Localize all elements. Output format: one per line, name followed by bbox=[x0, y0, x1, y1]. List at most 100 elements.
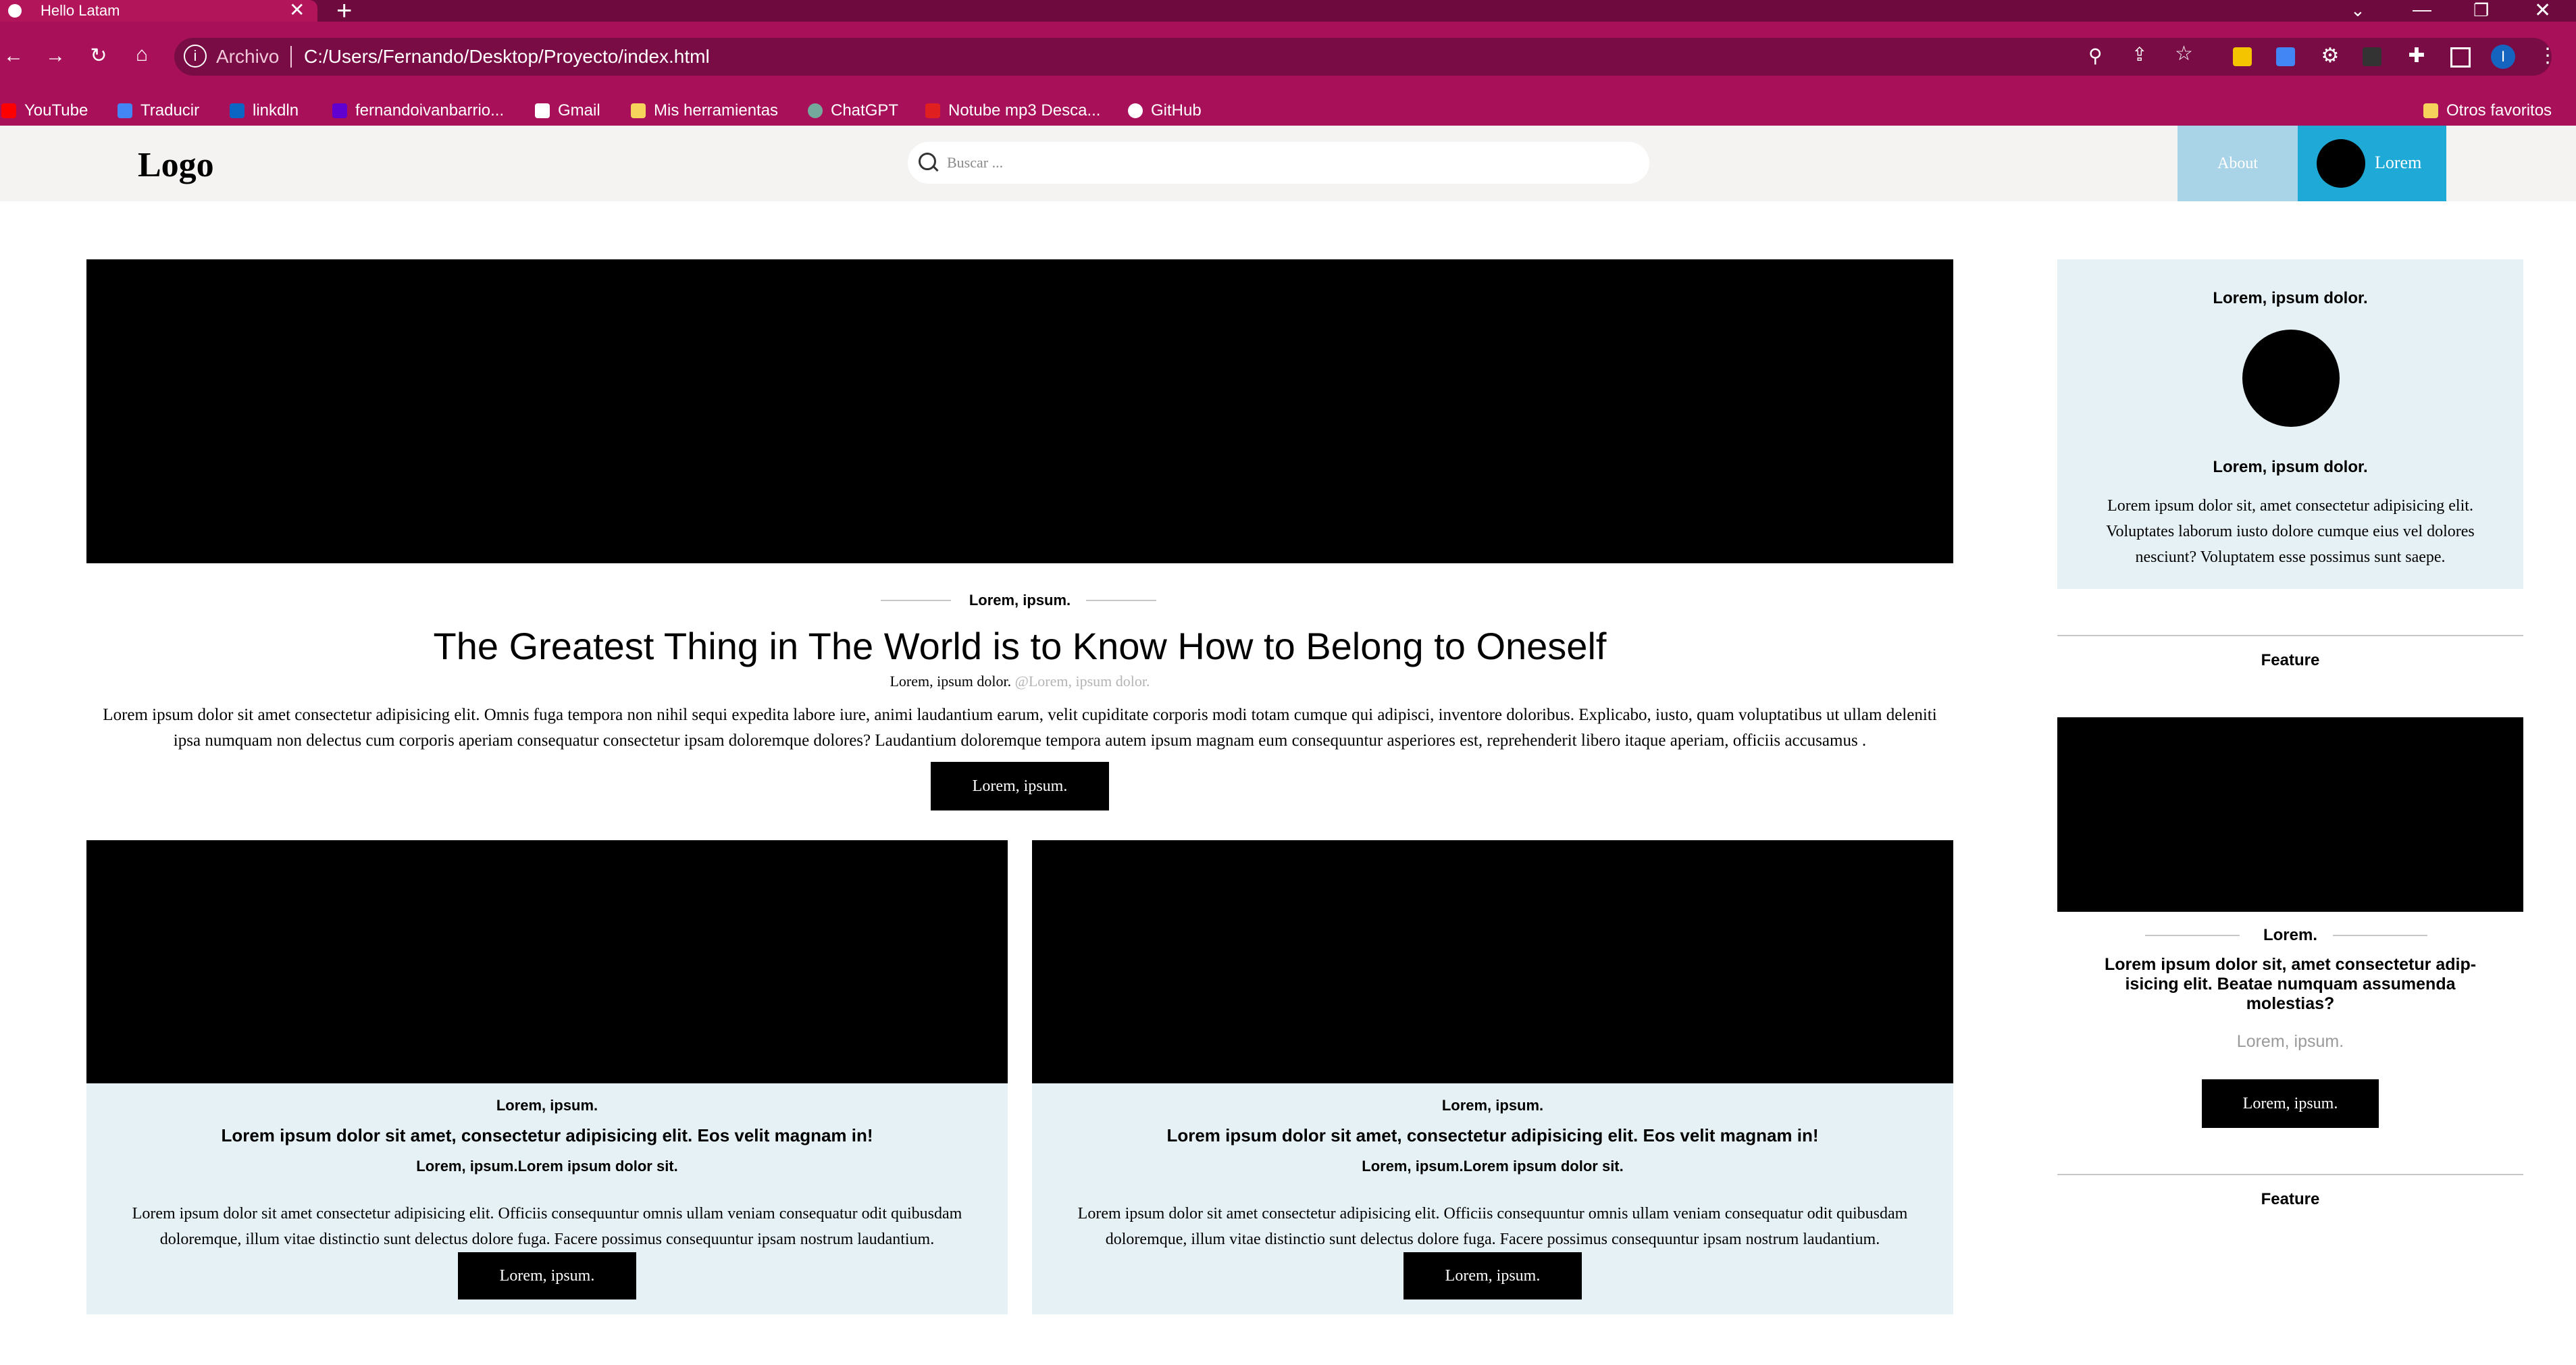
bookmark-label: ChatGPT bbox=[831, 101, 899, 120]
chatgpt-icon bbox=[808, 103, 823, 118]
bookmark-label: Otros favoritos bbox=[2446, 101, 2552, 120]
search-input[interactable]: Buscar ... bbox=[908, 142, 1649, 184]
bookmark-notube[interactable]: Notube mp3 Desca... bbox=[925, 96, 1100, 126]
gmail-icon bbox=[535, 103, 550, 118]
youtube-icon bbox=[1, 103, 16, 118]
hero-kicker-rule-right bbox=[1086, 600, 1156, 601]
tab-favicon bbox=[8, 4, 22, 18]
extension-3-icon[interactable] bbox=[2363, 47, 2381, 66]
tab-search-chevron-icon[interactable]: ⌄ bbox=[2350, 0, 2365, 21]
reload-icon[interactable]: ↻ bbox=[85, 46, 112, 66]
hero-image bbox=[86, 259, 1953, 563]
bookmark-yahoo-mail[interactable]: fernandoivanbarrio... bbox=[332, 96, 504, 126]
card-body: Lorem ipsum dolor sit amet consectetur a… bbox=[1077, 1205, 1908, 1248]
restore-icon[interactable]: ❐ bbox=[2473, 0, 2489, 21]
bookmark-label: fernandoivanbarrio... bbox=[355, 101, 505, 120]
site-logo[interactable]: Logo bbox=[138, 142, 214, 189]
minimize-icon[interactable]: — bbox=[2413, 0, 2431, 20]
feature-meta: Lorem, ipsum. bbox=[2236, 1032, 2344, 1051]
profile-avatar[interactable]: I bbox=[2491, 45, 2515, 69]
zoom-icon[interactable]: ⚲ bbox=[2088, 45, 2103, 67]
profile-title: Lorem, ipsum dolor. bbox=[2213, 289, 2368, 307]
hero-kicker: Lorem, ipsum. bbox=[969, 592, 1071, 609]
hero-handle[interactable]: @Lorem, ipsum dolor. bbox=[1015, 673, 1150, 690]
back-icon[interactable]: ← bbox=[0, 46, 27, 66]
info-icon[interactable]: i bbox=[184, 45, 207, 68]
share-icon[interactable]: ⇪ bbox=[2132, 43, 2147, 66]
nav-about[interactable]: About bbox=[2178, 126, 2298, 201]
extension-translate-icon[interactable] bbox=[2276, 47, 2295, 66]
card-2: Lorem, ipsum. Lorem ipsum dolor sit amet… bbox=[1032, 1083, 1953, 1314]
bookmark-github[interactable]: GitHub bbox=[1128, 96, 1202, 126]
nav-lorem[interactable]: Lorem bbox=[2298, 126, 2446, 201]
forward-icon[interactable]: → bbox=[42, 46, 69, 66]
profile-bio: Lorem ipsum dolor sit, amet consectetur … bbox=[2106, 497, 2475, 566]
bookmark-label: linkdln bbox=[253, 101, 299, 120]
search-icon-handle bbox=[932, 165, 939, 172]
bookmark-star-icon[interactable]: ☆ bbox=[2175, 42, 2193, 66]
hero-kicker-rule-left bbox=[881, 600, 951, 601]
bookmark-label: Notube mp3 Desca... bbox=[948, 101, 1101, 120]
sidebar-divider-2 bbox=[2057, 1174, 2523, 1175]
side-panel-icon[interactable] bbox=[2450, 47, 2471, 68]
bookmark-label: YouTube bbox=[24, 101, 88, 120]
sidebar-divider bbox=[2057, 635, 2523, 636]
profile-avatar-image bbox=[2242, 330, 2340, 427]
extensions-puzzle-icon[interactable]: ✚ bbox=[2403, 46, 2430, 66]
feature-kicker: Lorem. bbox=[2263, 926, 2317, 944]
bookmark-label: GitHub bbox=[1151, 101, 1202, 120]
bookmark-youtube[interactable]: YouTube bbox=[1, 96, 88, 126]
hero-body: Lorem ipsum dolor sit amet consectetur a… bbox=[103, 706, 1937, 750]
notube-icon bbox=[925, 103, 940, 118]
bookmark-other-favorites[interactable]: Otros favoritos bbox=[2423, 96, 2552, 126]
bookmark-folder-herramientas[interactable]: Mis herramientas bbox=[631, 96, 778, 126]
yahoo-mail-icon bbox=[332, 103, 347, 118]
security-label: Archivo bbox=[216, 46, 280, 67]
feature-kicker-rule-right bbox=[2333, 935, 2427, 936]
linkedin-icon bbox=[230, 103, 244, 118]
card-kicker: Lorem, ipsum. bbox=[1441, 1097, 1544, 1114]
card-title: Lorem ipsum dolor sit amet, consectetur … bbox=[1166, 1125, 1819, 1145]
card-body: Lorem ipsum dolor sit amet consectetur a… bbox=[132, 1205, 962, 1248]
github-icon bbox=[1128, 103, 1143, 118]
tab-close-icon[interactable]: ✕ bbox=[289, 0, 305, 20]
bookmark-traducir[interactable]: Traducir bbox=[118, 96, 199, 126]
tab-strip bbox=[0, 0, 2576, 22]
card-button[interactable]: Lorem, ipsum. bbox=[458, 1252, 636, 1299]
sidebar-feature-label-2: Feature bbox=[2261, 1190, 2320, 1208]
feature-title: Lorem ipsum dolor sit, amet consectetur … bbox=[2104, 955, 2477, 1013]
browser-menu-icon[interactable]: ⋮ bbox=[2534, 46, 2561, 66]
feature-button[interactable]: Lorem, ipsum. bbox=[2202, 1079, 2379, 1128]
bookmark-label: Mis herramientas bbox=[654, 101, 779, 120]
card-1: Lorem, ipsum. Lorem ipsum dolor sit amet… bbox=[86, 1083, 1008, 1314]
folder-icon bbox=[2423, 103, 2438, 118]
bookmark-gmail[interactable]: Gmail bbox=[535, 96, 600, 126]
profile-initial: I bbox=[2500, 48, 2506, 65]
folder-icon bbox=[631, 103, 646, 118]
bookmarks-bar: YouTube Traducir linkdln fernandoivanbar… bbox=[0, 96, 2576, 126]
close-window-icon[interactable]: ✕ bbox=[2534, 0, 2551, 22]
hero-button[interactable]: Lorem, ipsum. bbox=[931, 762, 1109, 810]
bookmark-linkedin[interactable]: linkdln bbox=[230, 96, 299, 126]
new-tab-button[interactable]: + bbox=[336, 0, 352, 24]
card-kicker: Lorem, ipsum. bbox=[496, 1097, 598, 1114]
address-bar[interactable]: i Archivo C:/Users/Fernando/Desktop/Proy… bbox=[174, 38, 2552, 76]
extension-gear-icon[interactable]: ⚙ bbox=[2317, 46, 2344, 66]
translate-icon bbox=[118, 103, 132, 118]
sidebar-profile-card: Lorem, ipsum dolor. Lorem, ipsum dolor. … bbox=[2057, 259, 2523, 589]
hero-byline-row: Lorem, ipsum dolor. @Lorem, ipsum dolor. bbox=[86, 671, 1953, 692]
bookmark-chatgpt[interactable]: ChatGPT bbox=[808, 96, 898, 126]
hero-byline: Lorem, ipsum dolor. bbox=[890, 673, 1012, 690]
nav-lorem-label: Lorem bbox=[2375, 153, 2422, 172]
url-text[interactable]: C:/Users/Fernando/Desktop/Proyecto/index… bbox=[304, 45, 710, 69]
feature-image bbox=[2057, 717, 2523, 912]
profile-name: Lorem, ipsum dolor. bbox=[2213, 458, 2368, 476]
extension-1-icon[interactable] bbox=[2233, 47, 2252, 66]
card-button[interactable]: Lorem, ipsum. bbox=[1403, 1252, 1582, 1299]
card-subtitle: Lorem, ipsum.Lorem ipsum dolor sit. bbox=[416, 1158, 678, 1175]
bookmark-label: Gmail bbox=[558, 101, 600, 120]
home-icon[interactable]: ⌂ bbox=[128, 45, 155, 65]
hero-title: The Greatest Thing in The World is to Kn… bbox=[433, 625, 1607, 667]
tab-hello-latam[interactable]: Hello Latam ✕ bbox=[0, 0, 317, 22]
nav-avatar bbox=[2317, 139, 2365, 188]
